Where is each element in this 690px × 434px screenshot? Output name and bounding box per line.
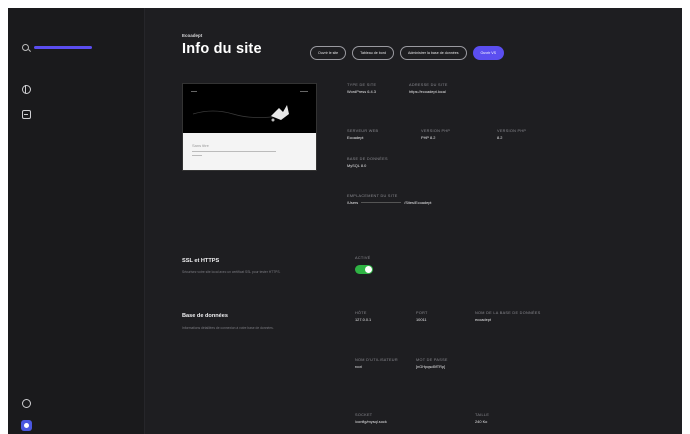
preview-card-line [192, 155, 202, 156]
site-name: Ecoadept [182, 33, 203, 38]
db-name-field: Nom de la base de données ecoadept [475, 311, 541, 322]
site-url-label: Adresse du site [409, 83, 448, 87]
ssl-section-description: Sécurisez votre site local avec un certi… [182, 270, 281, 274]
web-server-field: Serveur web Ecoadept [347, 129, 378, 140]
site-path-row[interactable]: /Users /Sites/Ecoadept [347, 199, 432, 206]
db-name-label: Nom de la base de données [475, 311, 541, 315]
db-port-label: Port [416, 311, 428, 315]
site-path-field: Emplacement du site /Users /Sites/Ecoade… [347, 194, 432, 205]
globe-icon[interactable] [22, 85, 31, 94]
site-path-divider [361, 202, 402, 204]
site-path-label: Emplacement du site [347, 194, 398, 198]
search-icon [22, 44, 29, 51]
db-user-label: Nom d'utilisateur [355, 358, 398, 362]
ssl-toggle[interactable] [355, 265, 373, 274]
ssl-toggle-label: Activé [355, 256, 371, 260]
search-input[interactable] [34, 46, 92, 49]
db-socket-field: Socket /config/mysql.sock [355, 413, 387, 424]
php-value: PHP 8.2 [421, 134, 436, 140]
db-user-field: Nom d'utilisateur root [355, 358, 407, 369]
db-section-description: Informations détaillées de connexion à v… [182, 326, 274, 330]
open-in-editor-button[interactable]: Ouvrir VS [472, 46, 505, 60]
db-password-value: [nGHpqsd5fTRp] [416, 363, 446, 369]
db-admin-button[interactable]: Administrer la base de données [399, 46, 467, 60]
php-field: Version PHP PHP 8.2 [421, 129, 450, 140]
db-host-value: 127.0.0.1 [355, 316, 372, 322]
open-site-button[interactable]: Ouvrir le site [310, 46, 347, 60]
site-path-end: /Sites/Ecoadept [404, 199, 432, 205]
db-user-value: root [355, 363, 362, 369]
php-version-field: Version PHP 8.2 [497, 129, 526, 140]
preview-card: Sans titre [183, 133, 316, 170]
database-label: Base de données [347, 157, 388, 161]
php-version-label: Version PHP [497, 129, 527, 133]
db-host-field: Hôte 127.0.0.1 [355, 311, 371, 322]
list-icon[interactable] [22, 110, 31, 119]
database-field: Base de données MySQL 8.0 [347, 157, 388, 168]
site-url-field: Adresse du site https://ecoadept.local [409, 83, 448, 94]
preview-card-line [192, 151, 276, 152]
php-label: Version PHP [421, 129, 451, 133]
web-server-value: Ecoadept [347, 134, 364, 140]
database-value: MySQL 8.0 [347, 162, 367, 168]
page-title: Info du site [182, 41, 262, 57]
db-password-field: Mot de passe [nGHpqsd5fTRp] [416, 358, 448, 369]
db-port-field: Port 10011 [416, 311, 428, 322]
preview-card-title: Sans titre [192, 143, 209, 148]
action-bar: Ouvrir le site Tableau de bord Administr… [310, 46, 505, 60]
preview-nav-left [191, 91, 197, 92]
db-section-title: Base de données [182, 313, 229, 319]
db-socket-label: Socket [355, 413, 373, 417]
db-name-value: ecoadept [475, 316, 492, 322]
site-path-start: /Users [347, 199, 359, 205]
db-socket-value: /config/mysql.sock [355, 418, 387, 424]
toggle-knob [365, 266, 372, 273]
db-size-field: Taille 240 Ko [475, 413, 489, 424]
db-size-label: Taille [475, 413, 490, 417]
site-preview: Sans titre [182, 83, 317, 171]
db-port-value: 10011 [416, 316, 427, 322]
site-type-label: Type de site [347, 83, 377, 87]
db-size-value: 240 Ko [475, 418, 488, 424]
preview-artwork [192, 105, 289, 122]
page-header: Ecoadept Info du site [182, 33, 262, 57]
account-icon[interactable] [21, 420, 32, 431]
db-password-label: Mot de passe [416, 358, 448, 362]
web-server-label: Serveur web [347, 129, 379, 133]
php-version-value: 8.2 [497, 134, 503, 140]
db-host-label: Hôte [355, 311, 367, 315]
app-window: Ecoadept Info du site Ouvrir le site Tab… [8, 8, 682, 434]
site-url-value[interactable]: https://ecoadept.local [409, 89, 448, 95]
site-type-field: Type de site WordPress 6.4.3 [347, 83, 376, 94]
sidebar-search[interactable] [22, 44, 92, 51]
ssl-section-title: SSL et HTTPS [182, 258, 220, 264]
site-type-value: WordPress 6.4.3 [347, 88, 376, 94]
preview-nav-right [300, 91, 308, 92]
sidebar [8, 8, 145, 434]
wp-admin-button[interactable]: Tableau de bord [352, 46, 394, 60]
help-icon[interactable] [22, 399, 31, 408]
